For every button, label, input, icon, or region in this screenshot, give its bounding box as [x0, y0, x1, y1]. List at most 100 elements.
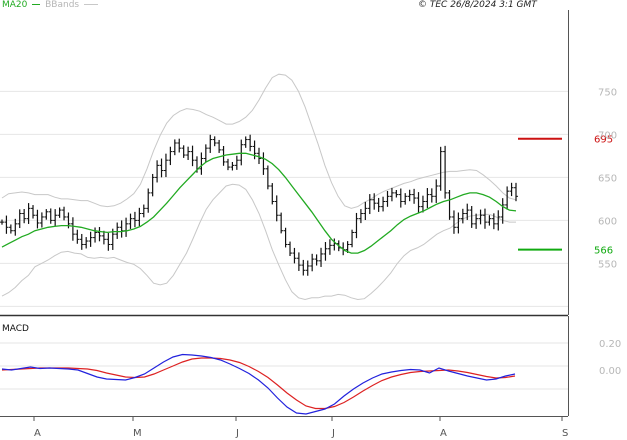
price-bar	[17, 209, 22, 229]
price-bar	[460, 208, 465, 224]
price-bar	[230, 161, 235, 171]
price-bar	[407, 189, 412, 202]
price-bar	[75, 229, 80, 244]
price-bar	[225, 158, 230, 171]
price-bar	[447, 190, 452, 220]
price-bar	[274, 195, 279, 222]
macd-y-tick-label: 0.20	[599, 339, 621, 350]
price-bar	[203, 144, 208, 163]
bb-lower-line	[1, 183, 516, 301]
price-bars	[0, 134, 518, 276]
y-tick-label: 650	[598, 173, 617, 184]
price-bar	[234, 155, 239, 170]
price-bar	[93, 227, 98, 243]
x-tick-label: J	[235, 428, 239, 439]
x-tick-label: S	[562, 428, 568, 439]
x-tick-label: J	[331, 428, 335, 439]
price-bar	[319, 247, 324, 267]
macd-y-tick-label: 0.00	[599, 366, 621, 377]
price-bar	[163, 153, 168, 178]
price-bar	[155, 160, 160, 183]
price-bar	[288, 241, 293, 256]
price-bar	[62, 206, 67, 221]
price-bar	[323, 242, 328, 261]
y-tick-label: 700	[598, 130, 617, 141]
price-bar	[394, 189, 399, 198]
price-bar	[261, 152, 266, 175]
support-label: 566	[594, 246, 613, 257]
price-bar	[310, 253, 315, 272]
x-tick-label: A	[34, 428, 41, 439]
price-bar	[88, 231, 93, 247]
x-tick-label: A	[440, 428, 447, 439]
price-bar	[434, 179, 439, 203]
price-bar	[243, 136, 248, 148]
x-axis-ticks: AMJJAS	[33, 416, 568, 439]
price-bar	[106, 233, 111, 251]
price-bar	[4, 215, 9, 234]
price-bar	[482, 208, 487, 229]
macd-y-ticks: 0.20 0.00	[599, 339, 621, 377]
price-bar	[279, 212, 284, 234]
price-bar	[451, 210, 456, 234]
price-bar	[305, 260, 310, 276]
price-bar	[181, 145, 186, 158]
price-bar	[146, 188, 151, 213]
price-bar	[132, 211, 137, 228]
price-bar	[469, 206, 474, 228]
price-bar	[403, 193, 408, 205]
price-bar	[505, 186, 510, 210]
y-tick-label: 550	[598, 259, 617, 270]
macd-line	[1, 353, 516, 415]
ma20-line	[1, 152, 517, 254]
price-bar	[327, 239, 332, 255]
price-bar	[367, 194, 372, 215]
price-bar	[438, 146, 443, 191]
price-bar	[425, 188, 430, 209]
price-bar	[270, 183, 275, 205]
y-tick-label: 600	[598, 216, 617, 227]
price-bar	[57, 207, 62, 218]
price-bar	[115, 222, 120, 239]
price-bar	[119, 220, 124, 238]
price-bar	[137, 207, 142, 227]
price-bar	[283, 227, 288, 248]
price-bar	[199, 152, 204, 175]
price-bar	[22, 208, 27, 224]
price-bar	[13, 218, 18, 236]
price-bar	[190, 145, 195, 167]
price-bar	[363, 201, 368, 221]
price-bar	[217, 139, 222, 153]
macd-grid	[0, 342, 568, 390]
y-axis-ticks: 750 700 650 600 550	[598, 87, 617, 270]
price-bar	[350, 229, 355, 248]
price-bar	[35, 209, 40, 229]
price-bar	[53, 209, 58, 227]
price-bar	[354, 212, 359, 239]
price-bar	[514, 182, 518, 202]
price-bar	[212, 136, 217, 147]
price-bar	[429, 188, 434, 203]
bb-upper-line	[1, 73, 517, 209]
price-bar	[97, 227, 102, 242]
price-bar	[31, 205, 36, 219]
levels: 695566	[518, 135, 613, 257]
price-bar	[84, 237, 89, 249]
price-bar	[296, 252, 301, 271]
price-bar	[186, 146, 191, 160]
price-bar	[358, 209, 363, 224]
price-bar	[168, 146, 173, 166]
price-bar	[44, 209, 49, 220]
price-bar	[8, 224, 13, 234]
x-tick-label: M	[133, 428, 142, 439]
price-bar	[177, 138, 182, 153]
price-bar	[128, 213, 133, 229]
price-bar	[248, 134, 253, 152]
price-bar	[398, 188, 403, 208]
chart: 695566 750 700 650 600 550 MACD 0.20 0.00 A M J…	[0, 10, 621, 439]
y-tick-label: 750	[598, 87, 617, 98]
price-bar	[416, 192, 421, 213]
main-grid	[0, 90, 568, 307]
price-bar	[48, 208, 53, 224]
price-bar	[478, 209, 483, 225]
